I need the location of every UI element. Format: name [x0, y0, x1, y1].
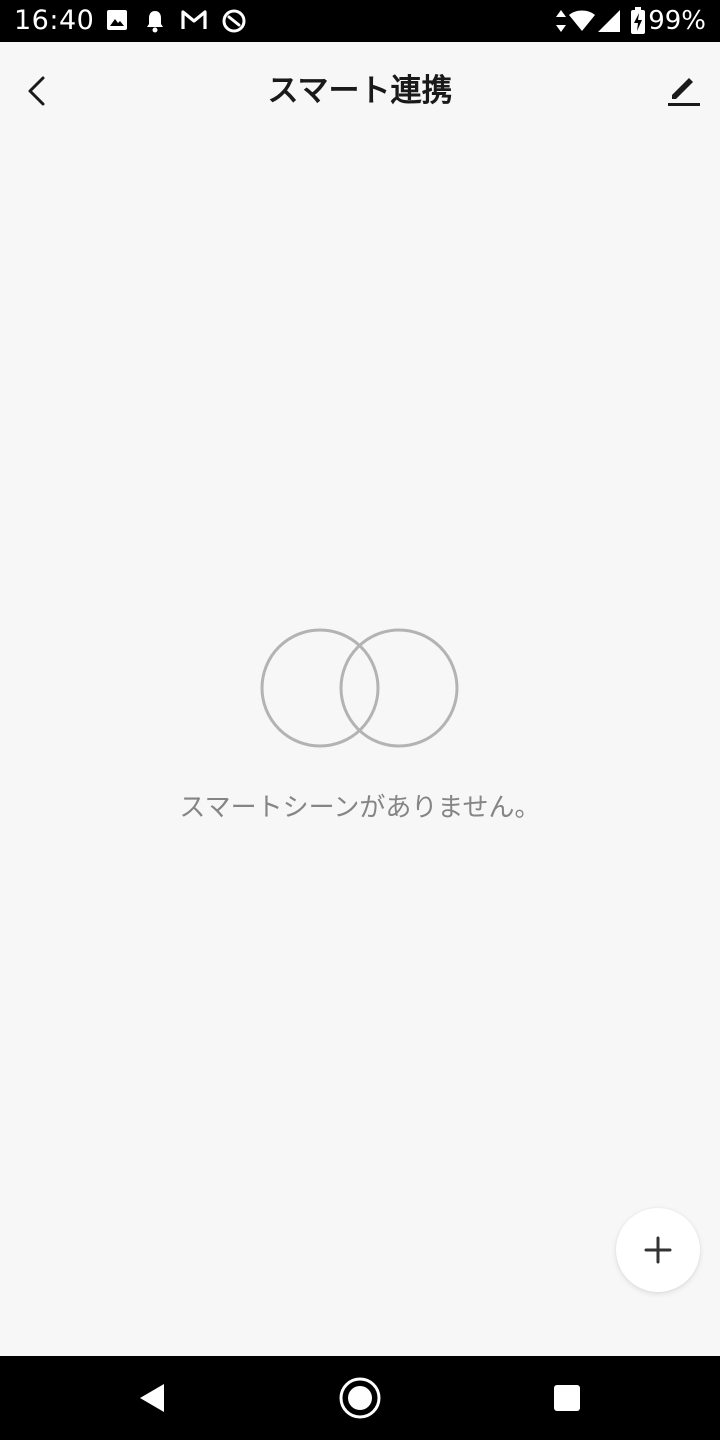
- notification-bell-icon: [145, 9, 165, 37]
- system-nav-bar: [0, 1356, 720, 1440]
- battery-charging-icon: [630, 7, 646, 39]
- data-arrows-icon: [555, 9, 567, 37]
- overlapping-circles-icon: [258, 626, 462, 750]
- app-bar: スマート連携: [0, 42, 720, 140]
- image-icon: [106, 9, 128, 35]
- status-time: 16:40: [14, 5, 95, 36]
- nav-back-button[interactable]: [128, 1374, 176, 1422]
- plus-icon: [644, 1236, 672, 1264]
- battery-percentage: 99%: [648, 6, 706, 36]
- signal-icon: [597, 9, 621, 37]
- recents-square-icon: [554, 1385, 580, 1411]
- nav-home-button[interactable]: [336, 1374, 384, 1422]
- gmail-icon: [181, 9, 207, 35]
- add-scene-button[interactable]: [616, 1208, 700, 1292]
- wifi-icon: [568, 9, 596, 37]
- page-title: スマート連携: [267, 73, 453, 109]
- nav-recents-button[interactable]: [543, 1374, 591, 1422]
- home-circle-icon: [339, 1377, 381, 1419]
- back-triangle-icon: [140, 1384, 164, 1412]
- pencil-icon: [668, 78, 700, 106]
- edit-button[interactable]: [662, 70, 704, 112]
- status-bar: 16:40 99%: [0, 0, 720, 42]
- sync-blocked-icon: [221, 8, 247, 38]
- empty-state-message: スマートシーンがありません。: [179, 793, 541, 823]
